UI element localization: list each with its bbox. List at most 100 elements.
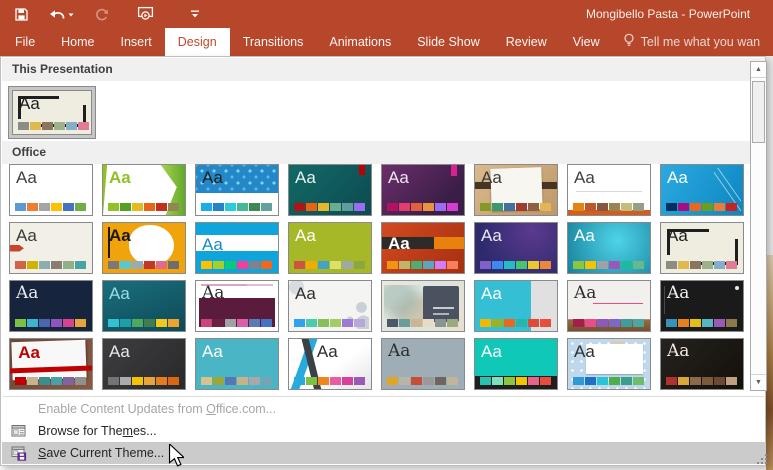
tab-review[interactable]: Review [493,28,560,56]
theme-aa-preview: Aa [388,233,410,254]
theme-aa-preview: Aa [202,283,224,304]
theme-aa-preview: Aa [16,225,37,246]
theme-mongibello-current[interactable]: Aa [12,90,92,135]
theme-color-swatches [108,377,179,385]
theme-banded[interactable]: Aa [195,222,279,274]
tab-view[interactable]: View [560,28,613,56]
theme-aa-preview: Aa [481,283,502,304]
tab-transitions[interactable]: Transitions [230,28,317,56]
theme-wood-floor[interactable]: Aa [567,280,651,332]
save-theme-icon [11,446,27,464]
theme-black-serif[interactable]: Aa [660,280,744,332]
theme-office-theme[interactable]: Aa [9,164,93,216]
theme-red-card-brick[interactable]: Aa [9,338,93,390]
theme-color-swatches [108,203,179,211]
theme-ion-boardroom[interactable]: Aa [381,164,465,216]
theme-color-swatches [294,203,365,211]
menu-label: Browse for Themes... [38,424,157,438]
theme-organic[interactable]: Aa [474,164,558,216]
theme-aa-preview: Aa [574,167,595,188]
undo-icon[interactable] [46,3,76,25]
scroll-up-icon[interactable]: ▲ [751,62,766,78]
menu-item-save-current-theme[interactable]: Save Current Theme... [2,442,766,464]
theme-color-swatches [480,261,551,269]
theme-aa-preview: Aa [667,341,689,362]
customize-quick-access-toolbar-icon[interactable] [184,3,206,25]
theme-dark-teal[interactable]: Aa [102,280,186,332]
theme-berlin[interactable]: Aa [381,222,465,274]
theme-cyan-panel[interactable]: Aa [474,280,558,332]
theme-color-swatches [573,261,644,269]
theme-ion[interactable]: Aa [288,164,372,216]
theme-aa-preview: Aa [109,225,131,246]
theme-decoration [247,284,273,286]
scroll-down-icon[interactable]: ▼ [751,374,766,390]
theme-decoration [434,237,464,249]
theme-aa-preview: Aa [202,341,223,362]
scrollbar-thumb[interactable] [752,81,765,143]
theme-plum-block[interactable]: Aa [195,280,279,332]
theme-gray-blue[interactable]: Aa [381,338,465,390]
resize-grip[interactable] [756,453,768,465]
background-slide-area [766,56,773,255]
theme-purple-swirl[interactable]: Aa [474,222,558,274]
tell-me-box[interactable]: Tell me what you wan [613,28,773,56]
theme-color-swatches [573,203,644,211]
tab-design[interactable]: Design [165,28,230,56]
theme-color-swatches [15,261,86,269]
gallery-scrollbar[interactable]: ▲ ▼ [750,61,767,391]
theme-aa-preview: Aa [109,341,130,362]
tab-insert[interactable]: Insert [108,28,165,56]
theme-charcoal[interactable]: Aa [102,338,186,390]
mouse-cursor [168,444,184,467]
theme-aa-preview: Aa [19,93,40,114]
theme-teal-solid[interactable]: Aa [195,338,279,390]
theme-dark-leather[interactable]: Aa [660,338,744,390]
theme-decoration [433,307,454,309]
theme-orange-cloud[interactable]: Aa [102,222,186,274]
theme-aa-preview: Aa [574,341,595,362]
theme-teal-black-band[interactable]: Aa [474,338,558,390]
theme-facet[interactable]: Aa [102,164,186,216]
theme-wisp[interactable]: Aa [9,222,93,274]
theme-color-swatches [108,319,179,327]
theme-droplet[interactable]: Aa [288,280,372,332]
theme-color-swatches [294,377,365,385]
theme-aa-preview: Aa [388,341,410,362]
theme-decoration [451,165,457,176]
theme-diagonal-ribbon[interactable]: Aa [288,338,372,390]
current-theme-selected[interactable]: Aa [8,86,96,139]
lightbulb-icon [623,33,635,51]
theme-color-swatches [573,377,644,385]
theme-aa-preview: Aa [295,167,316,188]
theme-color-swatches [666,203,737,211]
theme-color-swatches [480,377,551,385]
theme-aa-preview: Aa [109,167,131,188]
theme-damask[interactable]: Aa [9,280,93,332]
theme-color-swatches [666,319,737,327]
theme-retrospect[interactable]: Aa [567,164,651,216]
tab-file[interactable]: File [2,28,48,56]
theme-aa-preview: Aa [202,234,223,255]
theme-aa-preview: Aa [481,167,502,188]
tab-slide-show[interactable]: Slide Show [404,28,493,56]
theme-aa-preview: Aa [16,283,38,304]
browse-themes-icon [11,424,27,441]
theme-aa-preview: Aa [667,283,689,304]
start-from-beginning-icon[interactable] [134,3,156,25]
theme-watercolor-leaves[interactable] [381,280,465,332]
save-icon[interactable] [10,3,32,25]
menu-label: Save Current Theme... [38,446,164,460]
theme-blue-floral-card[interactable]: Aa [567,338,651,390]
tab-home[interactable]: Home [48,28,107,56]
tab-animations[interactable]: Animations [316,28,404,56]
theme-basis-green[interactable]: Aa [288,222,372,274]
theme-aa-preview: Aa [18,342,40,363]
theme-cyan-gradient[interactable]: Aa [567,222,651,274]
theme-slice[interactable]: Aa [660,164,744,216]
title-bar: Mongibello Pasta - PowerPoint [0,0,773,28]
theme-decoration [735,286,739,290]
theme-integral[interactable]: Aa [195,164,279,216]
menu-item-browse-for-themes[interactable]: Browse for Themes... [2,420,766,442]
theme-mongibello[interactable]: Aa [660,222,744,274]
